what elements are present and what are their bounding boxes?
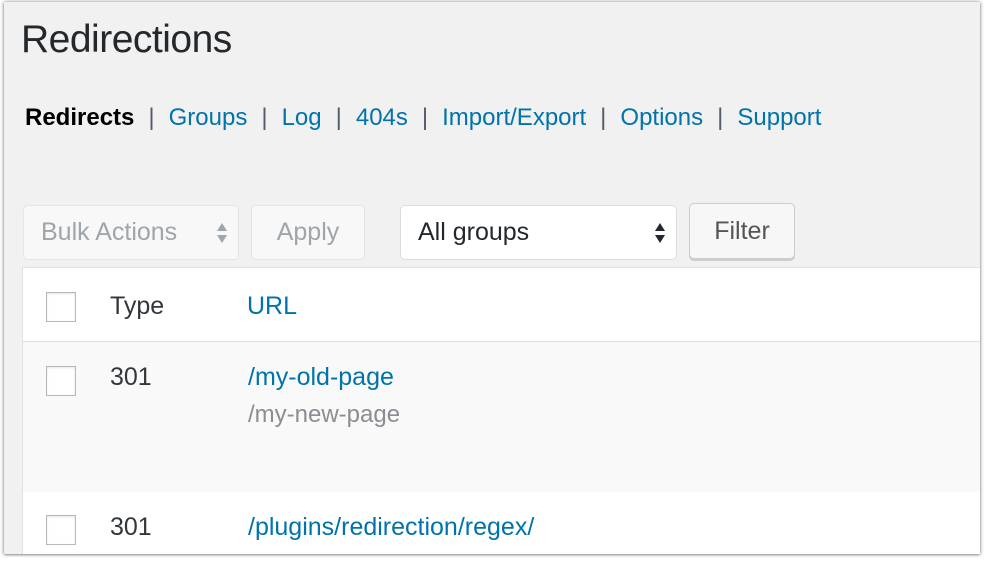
row-type: 301	[110, 363, 152, 391]
subnav-item-import-export[interactable]: Import/Export	[442, 104, 586, 131]
group-filter-value: All groups	[418, 218, 530, 246]
subnav-item-redirects[interactable]: Redirects	[25, 104, 134, 131]
subnav-separator: |	[335, 104, 342, 131]
table-header: Type URL	[23, 268, 980, 342]
select-updown-icon	[655, 223, 665, 243]
subnav-separator: |	[421, 104, 429, 131]
bulk-actions-value: Bulk Actions	[41, 218, 178, 246]
subnav-separator: |	[148, 104, 155, 131]
select-all-checkbox[interactable]	[46, 292, 76, 322]
table-row: 301 /plugins/redirection/regex/	[23, 492, 980, 554]
row-source-url-link[interactable]: /my-old-page	[248, 362, 394, 392]
bulk-actions-select[interactable]: Bulk Actions	[23, 205, 239, 260]
subnav-item-options[interactable]: Options	[620, 104, 703, 131]
subnav-separator: |	[600, 104, 607, 131]
row-type: 301	[110, 513, 152, 541]
row-checkbox[interactable]	[46, 515, 76, 545]
row-source-url-link[interactable]: /plugins/redirection/regex/	[248, 512, 534, 542]
group-filter-select[interactable]: All groups	[400, 205, 677, 260]
subnav-item-support[interactable]: Support	[737, 104, 821, 131]
page-title: Redirections	[21, 18, 232, 61]
filter-button[interactable]: Filter	[689, 203, 795, 259]
subnav-item-groups[interactable]: Groups	[169, 104, 248, 131]
subsubsub-nav: Redirects | Groups | Log | 404s | Import/Export |…	[25, 102, 821, 134]
row-checkbox[interactable]	[46, 366, 76, 396]
subnav-separator: |	[717, 104, 724, 131]
subnav-item-404s[interactable]: 404s	[356, 104, 408, 131]
redirects-table: Type URL 301 /my-old-page /my-new-page 3…	[22, 267, 980, 554]
table-row: 301 /my-old-page /my-new-page	[23, 342, 980, 492]
apply-button[interactable]: Apply	[251, 205, 365, 260]
select-updown-icon	[217, 223, 227, 243]
admin-window: Redirections Redirects | Groups | Log | 404s | I…	[4, 2, 980, 554]
subnav-separator: |	[261, 104, 268, 131]
subnav-item-log[interactable]: Log	[282, 104, 322, 131]
row-target-url: /my-new-page	[248, 401, 401, 428]
column-header-type: Type	[110, 292, 165, 320]
column-header-url[interactable]: URL	[247, 291, 297, 321]
